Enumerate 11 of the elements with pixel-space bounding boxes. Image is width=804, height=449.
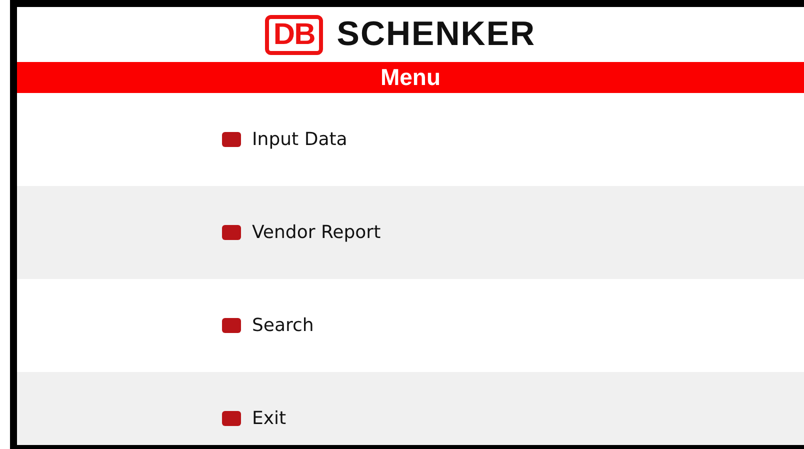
menu-title-bar: Menu — [17, 62, 804, 93]
bullet-icon — [222, 225, 241, 240]
menu-item[interactable]: Input Data — [222, 129, 348, 150]
logo-text: SCHENKER — [336, 15, 536, 54]
bullet-icon — [222, 318, 241, 333]
bullet-icon — [222, 132, 241, 147]
logo-mark: DB — [265, 14, 323, 54]
menu-item[interactable]: Vendor Report — [222, 222, 381, 243]
menu-item[interactable]: Search — [222, 315, 314, 336]
menu-item[interactable]: Exit — [222, 408, 286, 429]
bullet-icon — [222, 411, 241, 426]
